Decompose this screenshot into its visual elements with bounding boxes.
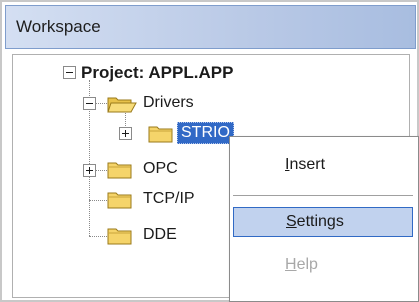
menu-item-settings-accel: S	[286, 213, 297, 230]
tree-node-project[interactable]: Project: APPL.APP	[81, 63, 233, 83]
tree-node-drivers[interactable]: Drivers	[143, 93, 194, 113]
menu-item-help-label: elp	[296, 256, 318, 273]
tree-node-dde[interactable]: DDE	[143, 225, 177, 245]
tree-node-strio[interactable]: STRIO	[177, 122, 234, 144]
tree-node-tcpip[interactable]: TCP/IP	[143, 189, 195, 209]
menu-item-settings[interactable]: Settings	[233, 207, 413, 237]
tree-node-opc[interactable]: OPC	[143, 159, 178, 179]
tree-connector	[89, 200, 107, 201]
drivers-collapse-icon[interactable]	[83, 97, 96, 110]
window-title: Workspace	[16, 17, 101, 36]
menu-item-help-accel: H	[285, 256, 297, 273]
folder-icon	[107, 226, 133, 246]
menu-item-insert-label: nsert	[289, 156, 326, 173]
workspace-title-bar[interactable]: Workspace	[5, 5, 416, 49]
menu-item-insert[interactable]: Insert	[233, 151, 413, 181]
menu-separator	[233, 195, 413, 197]
menu-item-settings-label: ettings	[296, 213, 344, 230]
folder-open-icon	[107, 94, 137, 114]
menu-item-help[interactable]: Help	[233, 251, 413, 281]
tree-connector	[89, 236, 107, 237]
opc-expand-icon[interactable]	[83, 164, 96, 177]
strio-expand-icon[interactable]	[119, 127, 132, 140]
folder-icon	[148, 124, 174, 144]
context-menu: Insert Settings Help	[229, 136, 419, 302]
folder-icon	[107, 190, 133, 210]
folder-icon	[107, 160, 133, 180]
project-collapse-icon[interactable]	[63, 66, 76, 79]
